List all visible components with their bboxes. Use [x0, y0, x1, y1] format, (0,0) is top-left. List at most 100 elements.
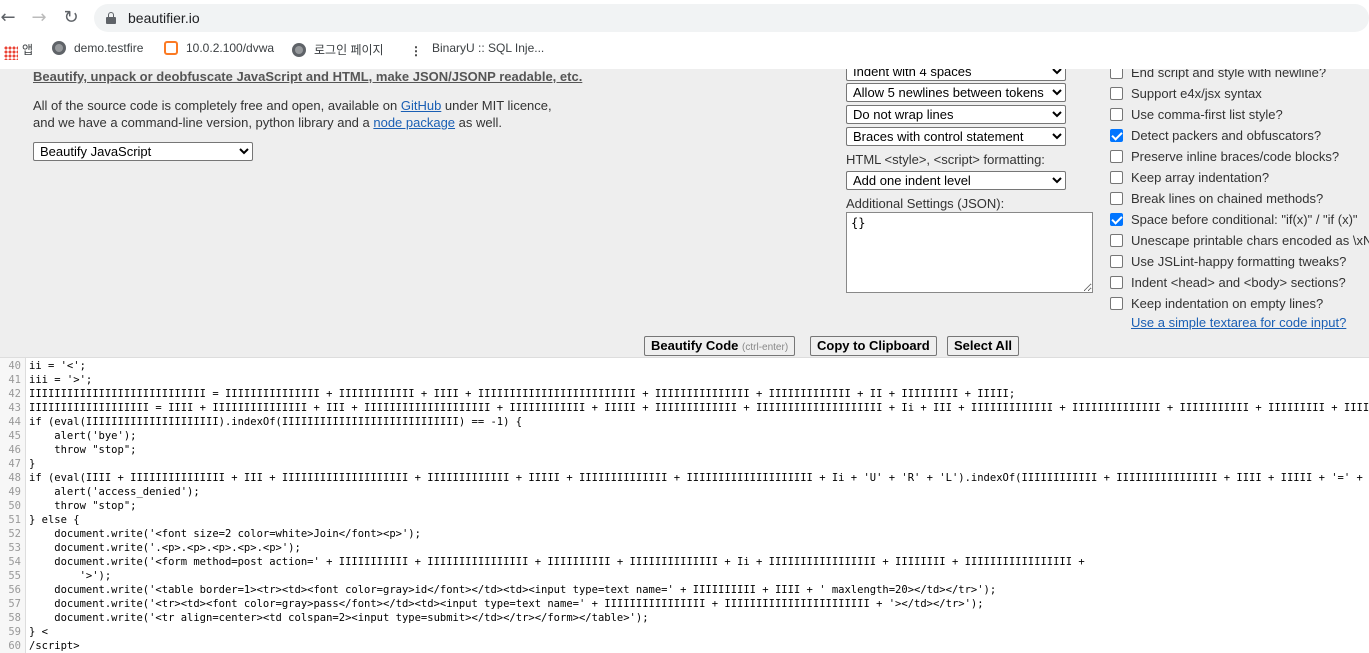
code-text: '>'); — [29, 570, 112, 582]
select-all-button[interactable]: Select All — [947, 336, 1020, 356]
code-line: 43 IIIIIIIIIIIIIIIIIII = IIII + IIIIIIIII… — [0, 401, 1369, 415]
code-line: 45 alert('bye'); — [0, 429, 1369, 443]
code-text: document.write('<form method=post action… — [29, 556, 1085, 568]
line-number: 51 — [8, 514, 21, 526]
checkbox[interactable] — [1110, 213, 1123, 226]
checkbox-label: Indent <head> and <body> sections? — [1131, 275, 1346, 290]
code-text: } < — [29, 626, 48, 638]
line-number: 44 — [8, 416, 21, 428]
line-number: 40 — [8, 360, 21, 372]
newlines-select[interactable]: Allow 5 newlines between tokens — [846, 83, 1066, 102]
address-bar[interactable]: beautifier.io — [94, 4, 1369, 32]
beautify-button[interactable]: Beautify Code (ctrl-enter) — [644, 336, 796, 356]
bookmark-label: 앱 — [22, 43, 34, 57]
copy-clipboard-button[interactable]: Copy to Clipboard — [810, 336, 937, 356]
tagline: Beautify, unpack or deobfuscate JavaScri… — [33, 69, 583, 84]
node-package-link[interactable]: node package — [373, 115, 455, 130]
bookmark-login-page[interactable]: 로그인 페이지 — [292, 41, 384, 58]
code-line: 40 ii = '<'; — [0, 359, 1369, 373]
bookmark-label: 10.0.2.100/dvwa — [186, 41, 275, 55]
checkbox[interactable] — [1110, 150, 1123, 163]
desc-text: as well. — [455, 115, 503, 130]
checkbox[interactable] — [1110, 234, 1123, 247]
line-number: 43 — [8, 402, 21, 414]
code-text: iii = '>'; — [29, 374, 93, 386]
checkbox-label: Preserve inline braces/code blocks? — [1131, 149, 1340, 164]
line-number: 53 — [8, 542, 21, 554]
line-number: 48 — [8, 472, 21, 484]
desc-text: All of the source code is completely fre… — [33, 98, 401, 113]
code-text: throw "stop"; — [29, 500, 137, 512]
bookmark-binaryu[interactable]: ⋮ BinaryU :: SQL Inje... — [410, 41, 544, 58]
code-editor[interactable]: 40 ii = '<'; 41 iii = '>'; 42 IIIIIIIIIIIIIII… — [0, 358, 1369, 653]
code-text: } — [29, 458, 36, 470]
checkbox[interactable] — [1110, 69, 1123, 79]
bookmark-label: demo.testfire — [74, 41, 144, 55]
json-settings-textarea[interactable]: {} — [846, 212, 1093, 293]
checkbox[interactable] — [1110, 87, 1123, 100]
code-text: alert('access_denied'); — [29, 486, 200, 498]
checkbox[interactable] — [1110, 255, 1123, 268]
checkbox[interactable] — [1110, 108, 1123, 121]
code-line: 50 throw "stop"; — [0, 499, 1369, 513]
shortcut-hint: (ctrl-enter) — [742, 342, 789, 353]
checkbox-label: Break lines on chained methods? — [1131, 191, 1324, 206]
back-icon[interactable]: ← — [0, 6, 20, 30]
wrap-select[interactable]: Do not wrap lines — [846, 105, 1066, 124]
checkbox[interactable] — [1110, 171, 1123, 184]
forward-icon[interactable]: → — [27, 6, 51, 30]
bookmark-dvwa[interactable]: 10.0.2.100/dvwa — [164, 41, 274, 55]
desc-text: and we have a command-line version, pyth… — [33, 115, 374, 130]
reload-icon[interactable]: ↻ — [59, 6, 83, 30]
code-line: 41 iii = '>'; — [0, 373, 1369, 387]
line-number: 45 — [8, 430, 21, 442]
code-line: 52 document.write('<font size=2 color=wh… — [0, 527, 1369, 541]
checkbox-label: Keep array indentation? — [1131, 170, 1270, 185]
code-line: 60/script> — [0, 639, 1369, 653]
code-text: document.write('<tr><td><font color=gray… — [29, 598, 984, 610]
braces-select[interactable]: Braces with control statement — [846, 127, 1066, 146]
checkbox[interactable] — [1110, 276, 1123, 289]
code-text: alert('bye'); — [29, 430, 137, 442]
code-line: 56 document.write('<table border=1><tr><… — [0, 583, 1369, 597]
github-link[interactable]: GitHub — [401, 98, 441, 113]
language-select[interactable]: Beautify JavaScript — [33, 142, 253, 161]
line-number: 50 — [8, 500, 21, 512]
code-line: 54 document.write('<form method=post act… — [0, 555, 1369, 569]
bookmark-apps[interactable]: 앱 — [2, 41, 34, 60]
json-settings-label: Additional Settings (JSON): — [846, 196, 1005, 211]
line-number: 47 — [8, 458, 21, 470]
code-line: 44 if (eval(IIIIIIIIIIIIIIIIIIIII).indexO… — [0, 415, 1369, 429]
code-line: 48 if (eval(IIII + IIIIIIIIIIIIIII + III … — [0, 471, 1369, 485]
checkbox[interactable] — [1110, 192, 1123, 205]
code-line: 42 IIIIIIIIIIIIIIIIIIIIIIIIIIII = IIIIIII… — [0, 387, 1369, 401]
bookmark-demo-testfire[interactable]: demo.testfire — [52, 41, 143, 55]
code-text: throw "stop"; — [29, 444, 137, 456]
checkbox[interactable] — [1110, 297, 1123, 310]
bookmark-label: 로그인 페이지 — [314, 43, 384, 57]
line-number: 57 — [8, 598, 21, 610]
code-text: document.write('<tr align=center><td col… — [29, 612, 649, 624]
line-number: 49 — [8, 486, 21, 498]
html-formatting-select[interactable]: Add one indent level — [846, 171, 1066, 190]
code-line: 55 '>'); — [0, 569, 1369, 583]
url-text[interactable]: beautifier.io — [128, 10, 200, 26]
code-text: document.write('<table border=1><tr><td>… — [29, 584, 997, 596]
html-formatting-label: HTML <style>, <script> formatting: — [846, 152, 1045, 167]
checkbox[interactable] — [1110, 129, 1123, 142]
line-number: 60 — [8, 640, 21, 652]
checkbox-label: Use JSLint-happy formatting tweaks? — [1131, 254, 1347, 269]
browser-chrome: ← → ↻ beautifier.io 앱 demo.testfire 10.0… — [0, 0, 1369, 69]
line-number: 41 — [8, 374, 21, 386]
indent-select[interactable]: Indent with 4 spaces — [846, 69, 1066, 81]
code-text: ii = '<'; — [29, 360, 86, 372]
code-text: document.write('.<p>.<p>.<p>.<p>.<p>'); — [29, 542, 301, 554]
checkbox-label: End script and style with newline? — [1131, 69, 1327, 80]
simple-textarea-link[interactable]: Use a simple textarea for code input? — [1131, 315, 1346, 330]
code-line: 51 } else { — [0, 513, 1369, 527]
line-number: 46 — [8, 444, 21, 456]
code-text: } else { — [29, 514, 80, 526]
line-number: 52 — [8, 528, 21, 540]
xampp-icon — [164, 41, 178, 55]
code-text: document.write('<font size=2 color=white… — [29, 528, 421, 540]
